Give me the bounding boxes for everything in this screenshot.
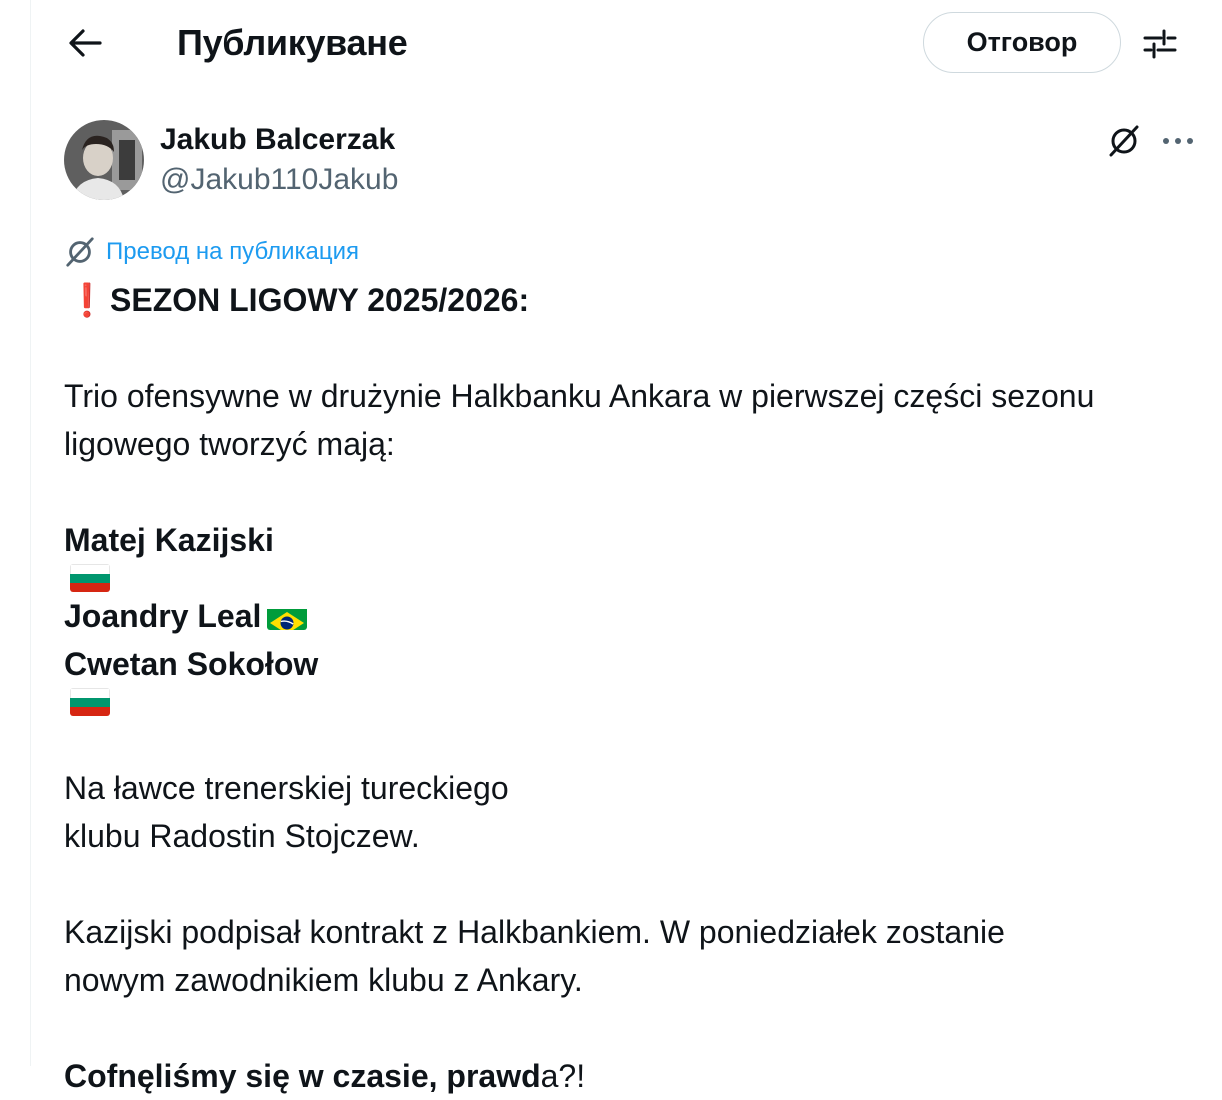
player-name: Matej Kazijski: [64, 522, 274, 558]
tweet-paragraph-line: Trio ofensywne w drużynie Halkbanku Anka…: [64, 378, 1095, 414]
exclamation-icon: ❗: [67, 282, 107, 318]
timeline-border: [30, 0, 31, 1066]
tweet-paragraph-line: ligowego tworzyć mają:: [64, 426, 395, 462]
grok-icon: [1109, 125, 1139, 157]
reply-button[interactable]: Отговор: [923, 12, 1121, 73]
filter-settings-button[interactable]: [1138, 22, 1182, 66]
page-title: Публикуване: [177, 22, 408, 63]
player-line: Cwetan Sokołow: [64, 640, 1204, 716]
author-name[interactable]: Jakub Balcerzak: [160, 120, 395, 160]
brazil-flag-icon: [267, 602, 308, 630]
tweet-closing-line: Cofnęliśmy się w czasie, prawda?!: [64, 1052, 1204, 1100]
back-arrow-icon: [69, 29, 102, 57]
more-dots-icon: [1163, 138, 1193, 144]
tweet-closing-rest: a?!: [540, 1058, 586, 1094]
player-name: Joandry Leal: [64, 598, 262, 634]
translate-post-link[interactable]: Превод на публикация: [64, 234, 359, 270]
tweet-headline: SEZON LIGOWY 2025/2026:: [110, 282, 530, 318]
avatar[interactable]: [64, 120, 144, 200]
player-line: Joandry Leal: [64, 592, 1204, 640]
player-line: Matej Kazijski: [64, 516, 1204, 592]
tweet-paragraph-line: nowym zawodnikiem klubu z Ankary.: [64, 962, 583, 998]
bulgaria-flag-icon: [70, 688, 110, 716]
tweet-closing-bold: Cofnęliśmy się w czasie, prawd: [64, 1058, 541, 1094]
bulgaria-flag-icon: [70, 564, 110, 592]
back-button[interactable]: [62, 20, 108, 66]
tweet-paragraph-line: Na ławce trenerskiej tureckiego: [64, 770, 509, 806]
grok-button[interactable]: [1103, 120, 1145, 162]
sliders-icon: [1143, 29, 1177, 59]
tweet-headline-line: ❗SEZON LIGOWY 2025/2026:: [64, 276, 1204, 324]
author-handle[interactable]: @Jakub110Jakub: [160, 160, 398, 200]
grok-translate-icon: [66, 237, 94, 267]
translate-label: Превод на публикация: [106, 238, 360, 265]
more-options-button[interactable]: [1157, 120, 1199, 162]
tweet-paragraph-line: Kazijski podpisał kontrakt z Halkbankiem…: [64, 914, 1005, 950]
player-name: Cwetan Sokołow: [64, 646, 319, 682]
tweet-paragraph-line: klubu Radostin Stojczew.: [64, 818, 420, 854]
tweet-text: ❗SEZON LIGOWY 2025/2026: Trio ofensywne …: [64, 276, 1204, 1100]
avatar-image: [64, 120, 144, 200]
